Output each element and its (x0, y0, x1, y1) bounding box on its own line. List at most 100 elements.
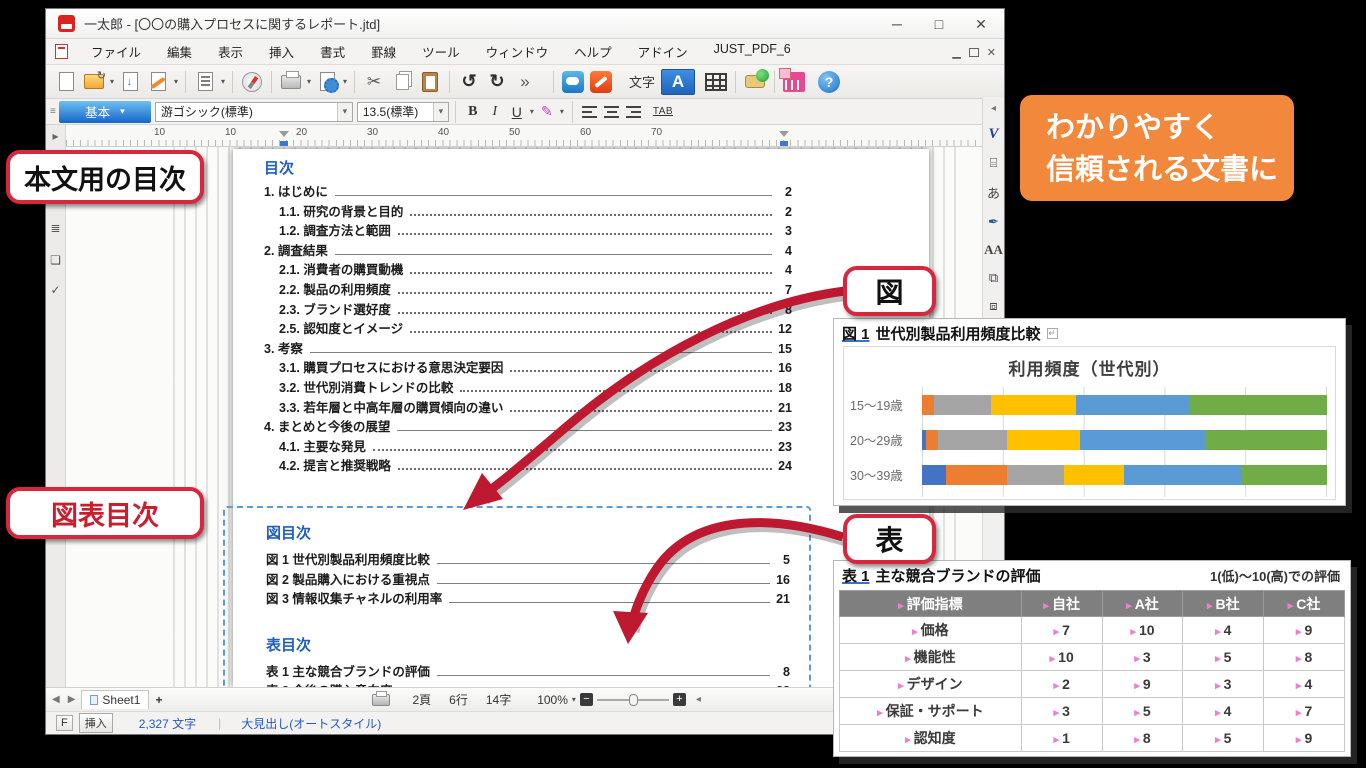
copy-button[interactable] (389, 69, 415, 95)
style-select[interactable]: 基本▾ (59, 101, 151, 123)
print-dropdown[interactable]: ▾ (305, 77, 313, 86)
save-button[interactable] (117, 69, 143, 95)
sheet-next-button[interactable]: ▶ (68, 694, 76, 705)
more-tools-button[interactable]: » (512, 69, 538, 95)
menu-item[interactable]: ツール (409, 42, 473, 61)
open-button[interactable]: ↻ (81, 69, 107, 95)
collapse-status-icon[interactable]: ◂ (696, 694, 701, 705)
underline-button[interactable]: U (507, 102, 527, 122)
zoom-in-button[interactable]: + (673, 693, 686, 706)
open-dropdown[interactable]: ▾ (108, 77, 116, 86)
view-dropdown[interactable]: ▾ (219, 77, 227, 86)
align-left-button[interactable] (580, 102, 600, 122)
navigation-compass-button[interactable] (239, 69, 265, 95)
chart-title: 利用頻度（世代別） (844, 355, 1335, 380)
save-as-button[interactable] (145, 69, 171, 95)
tbl-toc-page-number: 8 (774, 665, 790, 679)
print-preview-icon[interactable] (372, 694, 390, 706)
underline-dropdown[interactable]: ▾ (528, 107, 536, 116)
v-tool-icon[interactable]: V (988, 126, 998, 143)
menu-item[interactable]: ファイル (78, 42, 154, 61)
toc-page-number: 3 (776, 224, 792, 238)
menu-item[interactable]: 表示 (205, 42, 256, 61)
menu-item[interactable]: 罫線 (358, 42, 409, 61)
right-margin-marker[interactable] (779, 131, 789, 143)
print-settings-dropdown[interactable]: ▾ (341, 77, 349, 86)
menu-item[interactable]: JUST_PDF_6 (701, 42, 804, 61)
menu-item[interactable]: ウィンドウ (473, 42, 562, 61)
toc-page-number: 4 (776, 263, 792, 277)
window-panel-icon[interactable]: ⧉ (989, 270, 998, 286)
comment-tool-button[interactable] (560, 69, 586, 95)
font-size-select[interactable]: 13.5(標準)▾ (357, 102, 449, 122)
sheet-prev-button[interactable]: ◀ (52, 694, 60, 705)
collapse-right-icon[interactable]: ◂ (991, 103, 996, 114)
insert-mode-button[interactable]: 挿入 (79, 713, 113, 733)
zoom-slider[interactable] (597, 699, 669, 701)
tab-marker-icon: ▸ (1134, 734, 1140, 746)
tab-marker-icon: ▸ (1296, 680, 1302, 692)
font-color-button[interactable]: ✎ (537, 102, 557, 122)
shape-tool-button[interactable] (742, 69, 768, 95)
menu-item[interactable]: ヘルプ (561, 42, 625, 61)
document-page[interactable]: 目次 1. はじめに 2 1.1. 研究の背景と目的 2 (233, 149, 929, 687)
redo-button[interactable]: ↻ (484, 69, 510, 95)
zoom-level[interactable]: 100% (537, 693, 568, 707)
toc-entry-label: 1. はじめに (264, 181, 328, 200)
outline-list-icon[interactable]: ≣ (46, 221, 65, 235)
doc-minimize-button[interactable]: ▁ (952, 46, 960, 59)
print-settings-button[interactable] (314, 69, 340, 95)
kana-mode-button[interactable]: F (56, 715, 73, 731)
cut-button[interactable]: ✂ (361, 69, 387, 95)
fig-toc-heading: 図目次 (266, 522, 790, 543)
pages-stack-icon[interactable]: ⧈ (989, 298, 997, 314)
menu-item[interactable]: 挿入 (256, 42, 307, 61)
toc-entry: 3. 考察 15 (264, 338, 792, 358)
doc-restore-button[interactable] (969, 48, 979, 57)
toc-leader-line (398, 312, 772, 314)
table-mode-button[interactable] (703, 69, 729, 95)
minimize-button[interactable]: ─ (876, 9, 918, 39)
close-button[interactable]: ✕ (960, 9, 1002, 39)
zoom-dropdown[interactable]: ▾ (572, 695, 576, 704)
pen-tool-icon[interactable]: ✒ (988, 214, 999, 230)
font-size-tool-icon[interactable]: AA (984, 242, 1003, 258)
toc-entry: 3.1. 購買プロセスにおける意思決定要因 16 (264, 357, 792, 377)
zoom-out-button[interactable]: − (580, 693, 593, 706)
paste-button[interactable] (417, 69, 443, 95)
bold-button[interactable]: B (463, 102, 483, 122)
font-color-dropdown[interactable]: ▾ (558, 107, 566, 116)
undo-button[interactable]: ↺ (456, 69, 482, 95)
new-document-button[interactable] (53, 69, 79, 95)
kana-tool-icon[interactable]: あ (987, 183, 1000, 202)
align-right-button[interactable] (624, 102, 644, 122)
help-button[interactable]: ? (816, 69, 842, 95)
camera-icon[interactable]: ⌸ (990, 155, 998, 171)
italic-button[interactable]: I (485, 102, 505, 122)
column-indicator: 14字 (486, 691, 511, 708)
text-mode-button[interactable]: A (661, 69, 695, 95)
view-mode-button[interactable] (192, 69, 218, 95)
zoom-slider-knob[interactable] (629, 694, 638, 706)
menu-item[interactable]: 書式 (307, 42, 358, 61)
maximize-button[interactable]: □ (918, 9, 960, 39)
doc-close-button[interactable]: ✕ (987, 46, 996, 59)
save-dropdown[interactable]: ▾ (172, 77, 180, 86)
chevron-down-icon: ▾ (337, 103, 352, 121)
sheet-tab[interactable]: Sheet1 (81, 690, 149, 709)
marker-tool-button[interactable] (588, 69, 614, 95)
check-icon[interactable]: ✓ (46, 283, 65, 297)
menu-item[interactable]: 編集 (154, 42, 205, 61)
toc-leader-line (410, 331, 772, 333)
print-button[interactable] (278, 69, 304, 95)
collapse-left-icon[interactable]: ▸ (46, 129, 65, 143)
align-center-button[interactable] (602, 102, 622, 122)
layout-grid-button[interactable] (781, 69, 807, 95)
add-sheet-button[interactable]: + (155, 693, 162, 707)
page-copy-icon[interactable]: ❏ (46, 253, 65, 267)
tab-marker-icon: ▸ (1134, 707, 1140, 719)
left-margin-marker[interactable] (279, 131, 289, 143)
menu-item[interactable]: アドイン (625, 42, 701, 61)
font-select[interactable]: 游ゴシック(標準)▾ (155, 102, 353, 122)
tab-button[interactable]: TAB (653, 106, 673, 117)
